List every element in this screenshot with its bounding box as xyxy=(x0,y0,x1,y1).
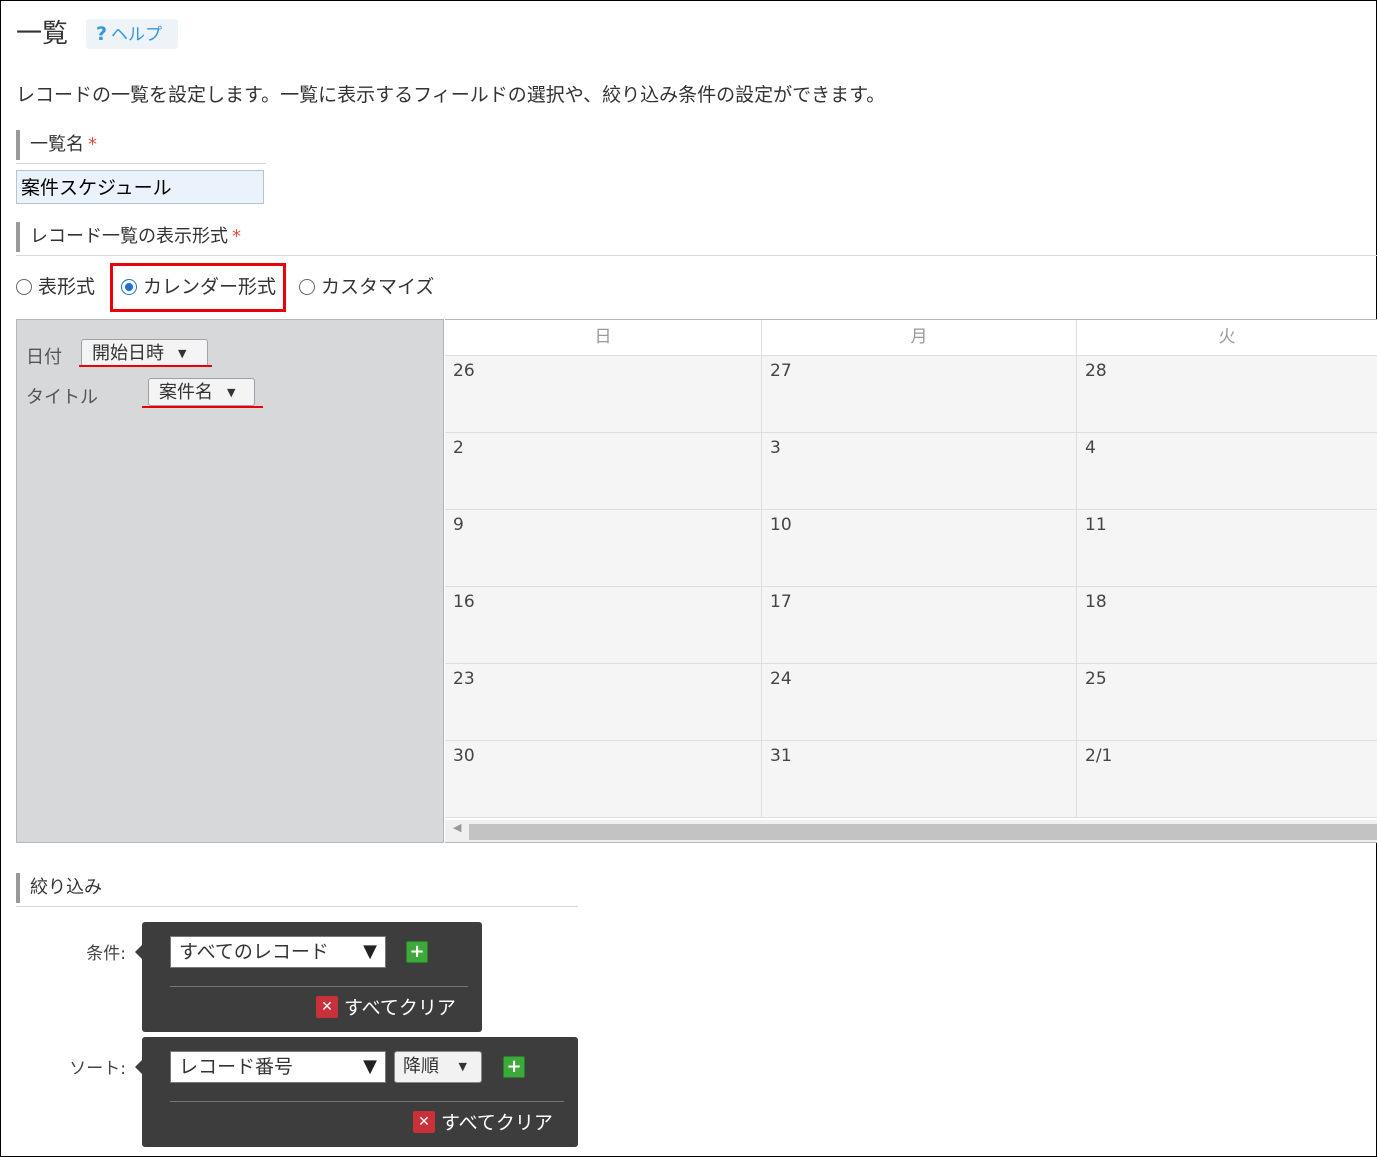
scroll-left-icon[interactable]: ◀ xyxy=(453,821,461,834)
divider xyxy=(170,1101,564,1102)
calendar-day: 18 xyxy=(1077,587,1377,664)
add-condition-button[interactable]: + xyxy=(406,941,428,963)
weekday-header: 火 xyxy=(1077,320,1377,356)
calendar-day: 28 xyxy=(1077,356,1377,433)
sort-field-value: レコード番号 xyxy=(179,1056,294,1078)
weekday-header: 月 xyxy=(762,320,1077,356)
red-underline-mark xyxy=(142,406,263,408)
date-field-value: 開始日時 xyxy=(92,343,164,364)
chevron-down-icon: ▼ xyxy=(458,1060,467,1073)
calendar-day: 25 xyxy=(1077,664,1377,741)
display-format-label: レコード一覧の表示形式 xyxy=(30,226,228,247)
pointer-arrow xyxy=(135,945,142,959)
display-format-heading: レコード一覧の表示形式 * xyxy=(16,222,241,252)
calendar-day: 31 xyxy=(762,741,1077,818)
title-field-value: 案件名 xyxy=(159,382,213,403)
radio-button[interactable] xyxy=(16,278,32,295)
sort-order-value: 降順 xyxy=(403,1056,439,1077)
pointer-arrow xyxy=(135,1060,142,1074)
calendar-day: 4 xyxy=(1077,433,1377,510)
sort-panel: レコード番号 ▼ 降順 ▼ + ✕ すべてクリア xyxy=(135,1037,578,1147)
scrollbar-thumb[interactable] xyxy=(469,824,1377,840)
page-description: レコードの一覧を設定します。一覧に表示するフィールドの選択や、絞り込み条件の設定… xyxy=(16,84,886,106)
close-icon: ✕ xyxy=(316,995,338,1018)
chevron-down-icon: ▼ xyxy=(363,941,377,962)
condition-panel: すべてのレコード ▼ + ✕ すべてクリア xyxy=(135,922,482,1032)
required-mark: * xyxy=(232,226,241,247)
calendar-day: 17 xyxy=(762,587,1077,664)
chevron-down-icon: ▼ xyxy=(363,1056,377,1077)
date-field-dropdown[interactable]: 開始日時 ▼ xyxy=(81,339,208,367)
highlight-frame xyxy=(110,263,286,312)
radio-customize[interactable]: カスタマイズ xyxy=(299,272,434,302)
calendar-day: 27 xyxy=(762,356,1077,433)
required-mark: * xyxy=(88,134,97,155)
divider xyxy=(170,986,468,987)
condition-select[interactable]: すべてのレコード ▼ xyxy=(170,936,386,968)
horizontal-scrollbar[interactable]: ◀ xyxy=(445,820,1377,842)
help-label: ヘルプ xyxy=(111,25,163,45)
chevron-down-icon: ▼ xyxy=(227,386,236,399)
condition-value: すべてのレコード xyxy=(179,941,329,963)
sort-field-select[interactable]: レコード番号 ▼ xyxy=(170,1051,386,1083)
calendar-day: 9 xyxy=(445,510,762,587)
sort-label: ソート: xyxy=(69,1059,126,1079)
calendar-day: 24 xyxy=(762,664,1077,741)
radio-label: カスタマイズ xyxy=(321,276,435,298)
condition-label: 条件: xyxy=(86,944,126,964)
calendar-day: 3 xyxy=(762,433,1077,510)
close-icon: ✕ xyxy=(413,1110,435,1133)
filter-heading: 絞り込み xyxy=(16,873,102,903)
divider xyxy=(16,906,578,907)
help-button[interactable]: ? ヘルプ xyxy=(86,19,178,49)
clear-all-label: すべてクリア xyxy=(441,1112,553,1134)
plus-icon: + xyxy=(409,941,425,962)
clear-all-label: すべてクリア xyxy=(344,997,456,1019)
title-field-label: タイトル xyxy=(26,387,98,408)
calendar-day: 30 xyxy=(445,741,762,818)
list-name-input[interactable]: 案件スケジュール xyxy=(16,170,264,204)
divider xyxy=(16,163,266,164)
radio-label: 表形式 xyxy=(38,276,96,298)
calendar-day: 10 xyxy=(762,510,1077,587)
calendar-day: 11 xyxy=(1077,510,1377,587)
calendar-day: 26 xyxy=(445,356,762,433)
calendar-day: 16 xyxy=(445,587,762,664)
weekday-header: 日 xyxy=(445,320,762,356)
calendar-day: 23 xyxy=(445,664,762,741)
divider xyxy=(16,255,1377,256)
list-name-label: 一覧名 xyxy=(30,134,84,155)
calendar-preview: 日 月 火 26 27 28 2 3 4 9 10 11 16 17 18 23… xyxy=(445,319,1377,843)
plus-icon: + xyxy=(506,1056,522,1077)
clear-all-conditions-button[interactable]: ✕ すべてクリア xyxy=(316,995,456,1021)
title-field-dropdown[interactable]: 案件名 ▼ xyxy=(148,378,255,406)
sort-order-select[interactable]: 降順 ▼ xyxy=(394,1051,482,1083)
red-underline-mark xyxy=(79,365,212,367)
radio-table-format[interactable]: 表形式 xyxy=(16,272,95,302)
add-sort-button[interactable]: + xyxy=(503,1056,525,1078)
clear-all-sorts-button[interactable]: ✕ すべてクリア xyxy=(413,1110,553,1136)
page-title: 一覧 xyxy=(16,19,69,49)
date-field-label: 日付 xyxy=(26,347,62,368)
calendar-day: 2/1 xyxy=(1077,741,1377,818)
chevron-down-icon: ▼ xyxy=(178,347,187,360)
radio-button[interactable] xyxy=(299,278,315,295)
calendar-day: 2 xyxy=(445,433,762,510)
question-icon: ? xyxy=(96,23,108,45)
list-name-heading: 一覧名 * xyxy=(16,130,97,160)
